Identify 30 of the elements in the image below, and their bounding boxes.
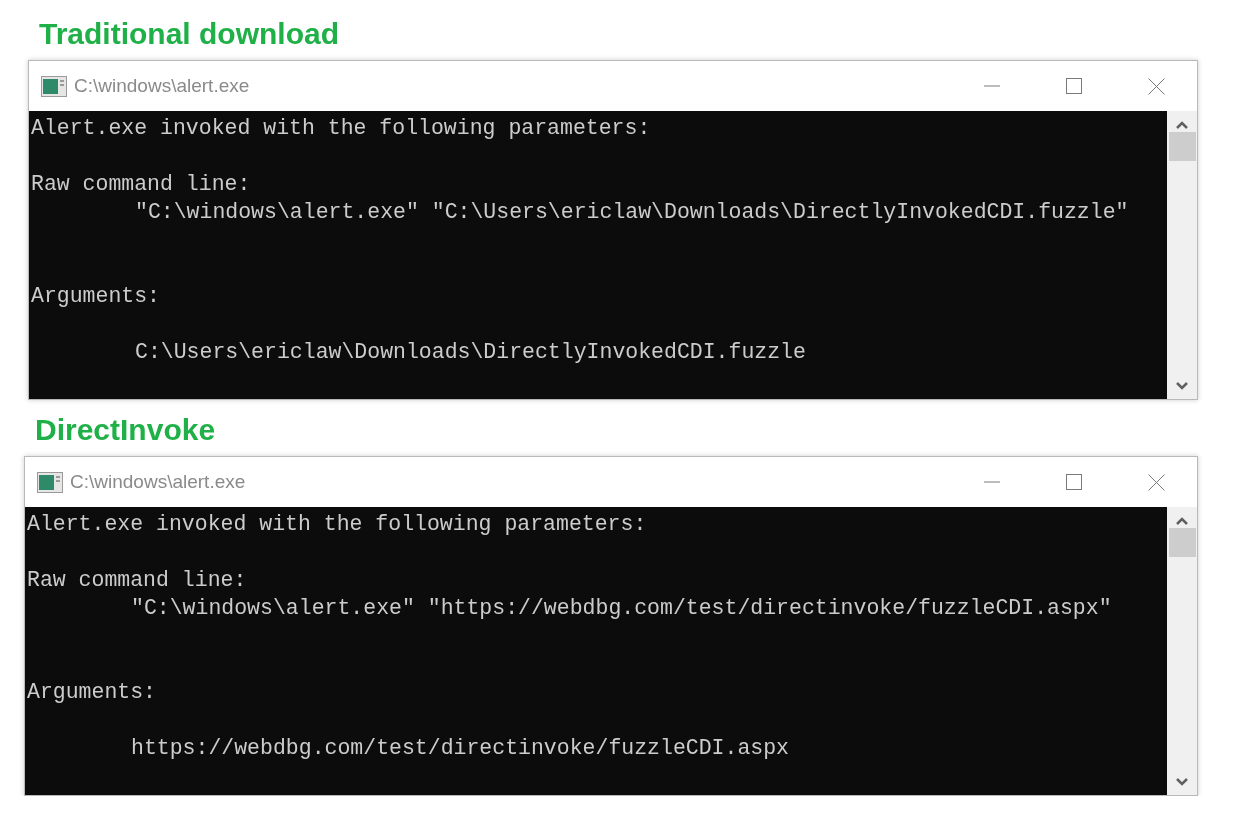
scroll-up-icon[interactable]: [1176, 121, 1188, 129]
scroll-up-icon[interactable]: [1176, 517, 1188, 525]
scroll-down-icon[interactable]: [1176, 382, 1188, 390]
minimize-icon[interactable]: [984, 481, 1000, 483]
section-heading: DirectInvoke: [35, 412, 216, 448]
scroll-bar[interactable]: [1167, 111, 1197, 399]
maximize-icon[interactable]: [1066, 474, 1082, 490]
window-title: C:\windows\alert.exe: [74, 75, 251, 97]
app-icon: [37, 471, 63, 493]
close-icon[interactable]: [1147, 77, 1165, 95]
close-icon[interactable]: [1147, 473, 1165, 491]
console-line: Alert.exe invoked with the following parameters:: [31, 115, 651, 142]
console-line: Arguments:: [27, 679, 157, 706]
maximize-icon[interactable]: [1066, 78, 1082, 94]
scroll-thumb[interactable]: [1168, 132, 1196, 161]
console-line: Raw command line:: [27, 567, 247, 594]
minimize-icon[interactable]: [984, 85, 1000, 87]
window-title: C:\windows\alert.exe: [70, 471, 247, 493]
app-icon: [41, 75, 67, 97]
scroll-down-icon[interactable]: [1176, 778, 1188, 786]
scroll-thumb[interactable]: [1168, 528, 1196, 557]
console-line: "C:\windows\alert.exe" "https://webdbg.com/test/directinvoke/fuzzleCDI.aspx": [130, 595, 1112, 622]
console-line: C:\Users\ericlaw\Downloads\DirectlyInvokedCDI.fuzzle: [134, 339, 806, 366]
console-line: https://webdbg.com/test/directinvoke/fuzzleCDI.aspx: [130, 735, 789, 762]
console-line: "C:\windows\alert.exe" "C:\Users\ericlaw\Downloads\DirectlyInvokedCDI.fuzzle": [134, 199, 1129, 226]
console-line: Arguments:: [31, 283, 161, 310]
scroll-bar[interactable]: [1167, 507, 1197, 795]
section-heading: Traditional download: [39, 16, 339, 52]
console-line: Alert.exe invoked with the following parameters:: [27, 511, 647, 538]
console-line: Raw command line:: [31, 171, 251, 198]
